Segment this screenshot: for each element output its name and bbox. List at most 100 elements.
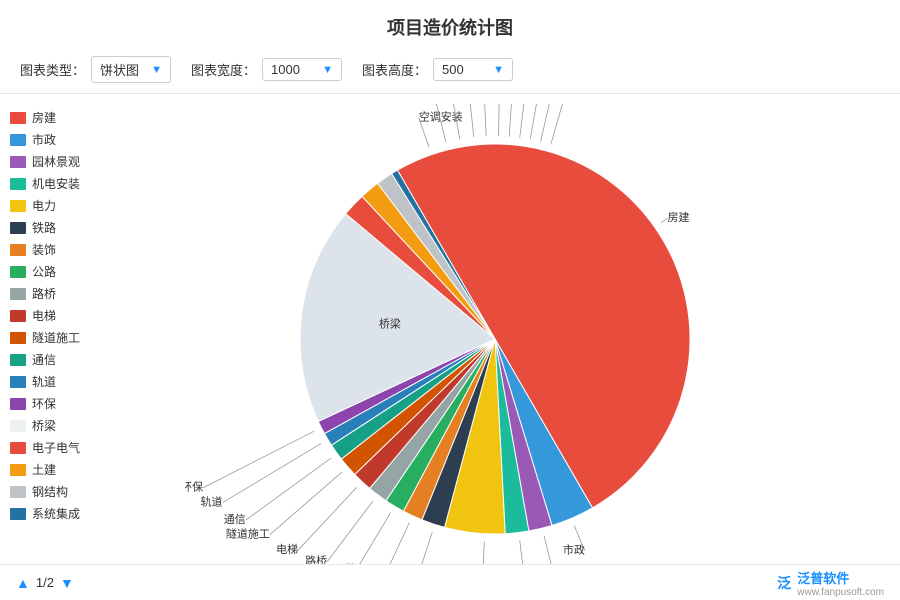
legend-item: 轨道 — [10, 373, 140, 390]
legend-color-swatch — [10, 420, 26, 432]
legend-color-swatch — [10, 354, 26, 366]
brand-logo-icon: 泛 — [777, 573, 791, 593]
legend-color-swatch — [10, 112, 26, 124]
legend: 房建 市政 园林景观 机电安装 电力 铁路 装饰 公路 路桥 电梯 — [10, 104, 140, 574]
legend-label: 土建 — [32, 461, 56, 478]
legend-label: 系统集成 — [32, 505, 80, 522]
legend-label: 电子电气 — [32, 439, 80, 456]
next-page-button[interactable]: ▼ — [60, 575, 74, 591]
legend-item: 环保 — [10, 395, 140, 412]
pie-label-text: 房建 — [668, 210, 690, 224]
chart-area: 房建市政园林景观机电安装电力铁路装饰公路路桥电梯隧道施工通信轨道环保桥梁空调安装… — [140, 104, 890, 574]
legend-label: 环保 — [32, 395, 56, 412]
pie-label-text: 通信 — [224, 513, 246, 526]
legend-item: 房建 — [10, 109, 140, 126]
pie-label-text: 隧道施工 — [226, 527, 270, 541]
legend-color-swatch — [10, 178, 26, 190]
legend-item: 电力 — [10, 197, 140, 214]
footer: ▲ 1/2 ▼ 泛 泛普软件 www.fanpusoft.com — [0, 564, 900, 600]
legend-label: 机电安装 — [32, 175, 80, 192]
pie-label-line — [482, 104, 486, 136]
legend-item: 电子电气 — [10, 439, 140, 456]
chart-type-select[interactable]: 饼状图 ▼ — [91, 56, 171, 83]
legend-label: 铁路 — [32, 219, 56, 236]
legend-label: 园林景观 — [32, 153, 80, 170]
chart-height-select[interactable]: 500 ▼ — [433, 58, 513, 81]
main-content: 房建 市政 园林景观 机电安装 电力 铁路 装饰 公路 路桥 电梯 — [0, 94, 900, 574]
legend-color-swatch — [10, 376, 26, 388]
pie-label-line — [298, 487, 357, 550]
pie-label-line — [466, 104, 474, 137]
legend-item: 钢结构 — [10, 483, 140, 500]
pie-label-line — [551, 104, 598, 144]
legend-label: 电梯 — [32, 307, 56, 324]
pie-label-text: 市政 — [563, 543, 585, 557]
pie-label-line — [203, 431, 314, 488]
legend-item: 隧道施工 — [10, 329, 140, 346]
legend-label: 路桥 — [32, 285, 56, 302]
chart-width-label: 图表宽度： — [191, 60, 256, 79]
pie-label-text: 电梯 — [276, 543, 298, 556]
legend-item: 系统集成 — [10, 505, 140, 522]
legend-color-swatch — [10, 134, 26, 146]
chart-height-label: 图表高度： — [362, 60, 427, 79]
pie-label-text: 桥梁 — [379, 317, 401, 331]
legend-item: 电梯 — [10, 307, 140, 324]
pie-label-text: 环保 — [185, 480, 203, 494]
legend-item: 路桥 — [10, 285, 140, 302]
legend-item: 铁路 — [10, 219, 140, 236]
pie-chart: 房建市政园林景观机电安装电力铁路装饰公路路桥电梯隧道施工通信轨道环保桥梁空调安装… — [185, 104, 845, 574]
pie-label-line — [246, 458, 331, 520]
legend-label: 隧道施工 — [32, 329, 80, 346]
pagination: ▲ 1/2 ▼ — [16, 575, 74, 591]
legend-color-swatch — [10, 156, 26, 168]
chart-type-group: 图表类型： 饼状图 ▼ — [20, 56, 171, 83]
legend-item: 土建 — [10, 461, 140, 478]
legend-item: 园林景观 — [10, 153, 140, 170]
chart-type-label: 图表类型： — [20, 60, 85, 79]
legend-color-swatch — [10, 244, 26, 256]
chart-height-arrow-icon: ▼ — [493, 64, 504, 76]
legend-color-swatch — [10, 464, 26, 476]
brand: 泛 泛普软件 www.fanpusoft.com — [777, 568, 884, 598]
pie-label-line — [520, 104, 536, 138]
legend-label: 轨道 — [32, 373, 56, 390]
legend-color-swatch — [10, 442, 26, 454]
legend-color-swatch — [10, 222, 26, 234]
legend-item: 通信 — [10, 351, 140, 368]
legend-color-swatch — [10, 486, 26, 498]
pie-label-line — [356, 513, 390, 570]
chart-width-group: 图表宽度： 1000 ▼ — [191, 58, 342, 81]
legend-color-swatch — [10, 200, 26, 212]
pie-label-line — [541, 104, 576, 141]
chart-height-group: 图表高度： 500 ▼ — [362, 58, 513, 81]
legend-color-swatch — [10, 398, 26, 410]
legend-color-swatch — [10, 332, 26, 344]
legend-item: 公路 — [10, 263, 140, 280]
pie-label-line — [509, 104, 517, 137]
page-info: 1/2 — [36, 575, 54, 590]
pie-label-text: 轨道 — [201, 495, 223, 509]
chart-type-arrow-icon: ▼ — [151, 64, 162, 76]
chart-width-arrow-icon: ▼ — [322, 64, 333, 76]
page-title: 项目造价统计图 — [0, 0, 900, 50]
legend-label: 桥梁 — [32, 417, 56, 434]
brand-name: 泛普软件 — [797, 568, 884, 587]
brand-url: www.fanpusoft.com — [797, 587, 884, 598]
pie-label-line — [270, 472, 342, 535]
prev-page-button[interactable]: ▲ — [16, 575, 30, 591]
legend-item: 市政 — [10, 131, 140, 148]
legend-label: 通信 — [32, 351, 56, 368]
legend-item: 桥梁 — [10, 417, 140, 434]
pie-label-line — [499, 104, 501, 136]
legend-color-swatch — [10, 288, 26, 300]
legend-color-swatch — [10, 508, 26, 520]
legend-label: 电力 — [32, 197, 56, 214]
legend-color-swatch — [10, 310, 26, 322]
legend-label: 钢结构 — [32, 483, 68, 500]
toolbar: 图表类型： 饼状图 ▼ 图表宽度： 1000 ▼ 图表高度： 500 ▼ — [0, 50, 900, 94]
chart-width-select[interactable]: 1000 ▼ — [262, 58, 342, 81]
legend-label: 装饰 — [32, 241, 56, 258]
legend-label: 市政 — [32, 131, 56, 148]
pie-label-line — [327, 501, 373, 562]
